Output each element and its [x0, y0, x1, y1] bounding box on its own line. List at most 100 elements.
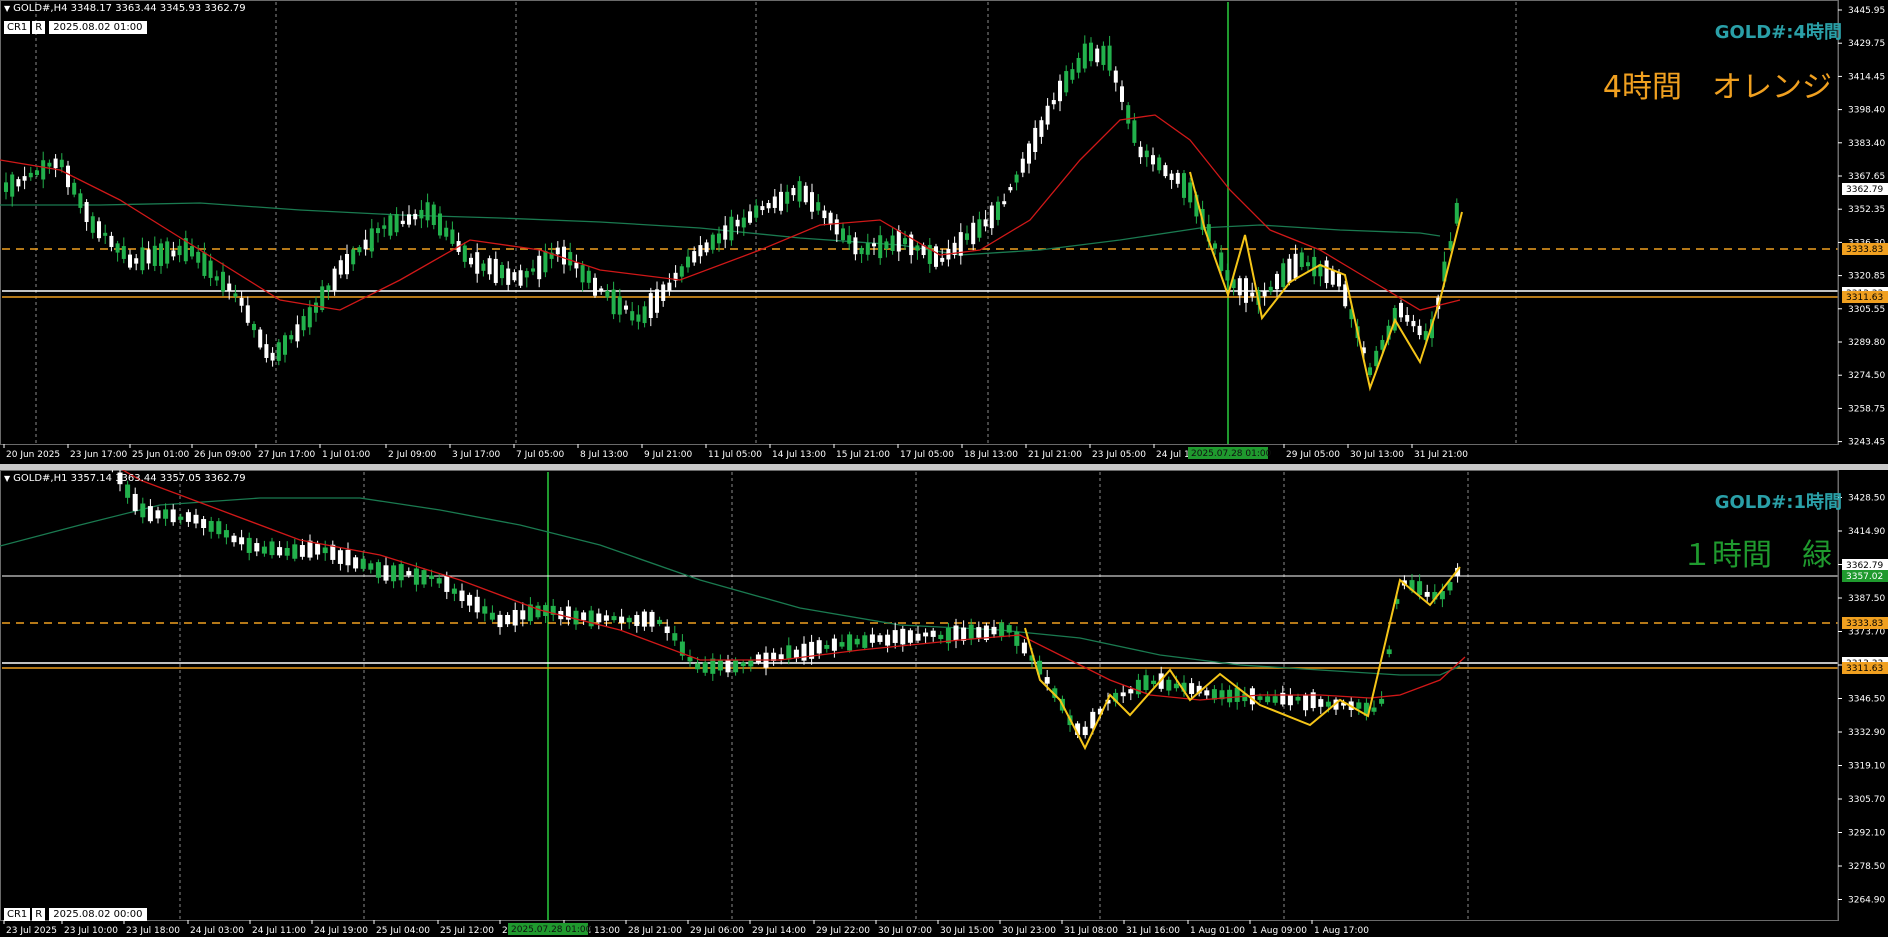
- candle-body: [493, 258, 498, 283]
- candle-body: [630, 311, 635, 321]
- candle-body: [72, 182, 77, 195]
- candle-body: [97, 221, 101, 239]
- time-tick-label: 20 Jun 2025: [6, 450, 60, 460]
- candle-body: [22, 176, 27, 181]
- candle-body: [301, 316, 306, 331]
- candle-body: [1371, 707, 1377, 712]
- price-tick-label: 3387.50: [1848, 594, 1885, 604]
- candle-body: [657, 619, 663, 624]
- cr-label[interactable]: CR1: [4, 908, 31, 921]
- candle-body: [1014, 174, 1019, 183]
- h1-chart-pane[interactable]: 3442.103428.503414.903401.303387.503373.…: [0, 470, 1888, 937]
- candle-body: [611, 616, 617, 621]
- candle-body: [269, 541, 275, 556]
- candle-body: [692, 251, 697, 263]
- time-tick-label: 17 Jul 05:00: [900, 450, 954, 460]
- candle-body: [159, 243, 163, 266]
- candle-body: [1095, 48, 1100, 63]
- candle-body: [134, 258, 139, 264]
- candle-body: [725, 659, 731, 673]
- candle-body: [444, 227, 449, 237]
- candle-body: [983, 219, 988, 227]
- candle-body: [520, 610, 526, 620]
- candle-body: [679, 266, 684, 277]
- candle-body: [1138, 146, 1143, 158]
- candle-body: [59, 159, 64, 168]
- time-tick-label: 26 Jun 09:00: [194, 450, 251, 460]
- cr-label[interactable]: CR1: [4, 21, 31, 34]
- candle-body: [1257, 696, 1263, 700]
- r-label[interactable]: R: [32, 21, 46, 34]
- candle-body: [506, 268, 511, 285]
- candle-body: [535, 605, 541, 618]
- candle-body: [971, 222, 976, 245]
- price-tag-label: 3333.83: [1846, 619, 1883, 629]
- candle-body: [729, 216, 734, 241]
- ma-slow-line: [0, 202, 1441, 256]
- candle-body: [406, 571, 412, 576]
- candle-body: [132, 493, 138, 511]
- candle-body: [619, 616, 625, 623]
- candle-body: [710, 658, 716, 674]
- candle-body: [797, 181, 802, 202]
- zigzag-line: [1024, 566, 1461, 751]
- candle-body: [593, 277, 597, 296]
- candle-body: [649, 611, 655, 627]
- candle-body: [562, 246, 566, 265]
- candle-body: [208, 520, 214, 532]
- candle-body: [996, 201, 1000, 220]
- candle-body: [976, 627, 982, 638]
- candle-body: [934, 246, 938, 267]
- candle-body: [177, 245, 182, 256]
- candle-body: [574, 262, 579, 269]
- r-label[interactable]: R: [32, 908, 46, 921]
- price-tick-label: 3264.90: [1848, 896, 1885, 906]
- candle-body: [1250, 292, 1255, 297]
- collapse-triangle-icon[interactable]: ▼: [4, 4, 10, 13]
- time-tick-label: 23 Jul 2025: [6, 926, 57, 936]
- candle-body: [214, 276, 219, 281]
- candle-body: [1287, 695, 1293, 706]
- candle-body: [1225, 270, 1230, 281]
- candle-body: [178, 516, 184, 520]
- candle-body: [332, 268, 337, 291]
- candle-body: [292, 544, 298, 559]
- candle-body: [778, 654, 784, 660]
- price-tag-label: 3333.83: [1846, 245, 1883, 255]
- candle-body: [382, 225, 387, 229]
- price-tick-label: 3429.75: [1848, 39, 1885, 49]
- candle-body: [968, 624, 974, 639]
- collapse-triangle-icon[interactable]: ▼: [4, 474, 10, 483]
- candle-body: [171, 250, 176, 257]
- h4-chart-pane[interactable]: 3445.95 3429.75 3414.45 3398.40 3383.40 3367.…: [0, 0, 1888, 464]
- candle-body: [246, 537, 252, 553]
- price-tag-label: 3311.63: [1846, 664, 1883, 674]
- candle-body: [785, 191, 790, 204]
- time-tick-label: 1 Aug 09:00: [1252, 926, 1307, 936]
- h4-info-line: ▼ GOLD#,H4 3348.17 3363.44 3345.93 3362.7…: [4, 3, 246, 14]
- candle-body: [1281, 263, 1286, 288]
- candle-body: [605, 290, 610, 298]
- candle-body: [1405, 315, 1410, 322]
- candle-body: [1051, 100, 1056, 105]
- h1-chart-canvas[interactable]: 3442.103428.503414.903401.303387.503373.…: [0, 470, 1888, 937]
- candle-body: [1411, 320, 1416, 327]
- candle-body: [147, 506, 153, 522]
- candle-body: [1213, 243, 1217, 249]
- candle-body: [717, 659, 723, 671]
- time-tick-label: 30 Jul 07:00: [878, 926, 932, 936]
- time-tick-label: 24 Jul 03:00: [190, 926, 244, 936]
- candle-body: [1293, 253, 1298, 279]
- candle-body: [261, 546, 267, 554]
- candle-body: [140, 503, 146, 518]
- candle-body: [444, 576, 450, 592]
- h4-big-label: 4時間 オレンジ: [1602, 70, 1832, 105]
- candle-body: [865, 243, 870, 255]
- candle-body: [1182, 173, 1186, 198]
- candle-body: [216, 521, 222, 535]
- marker-time-box: 2025.07.28 01:00: [1188, 447, 1272, 459]
- candle-body: [1325, 701, 1331, 707]
- candle-body: [1417, 325, 1422, 336]
- candle-body: [360, 558, 366, 569]
- time-tick-label: 29 Jul 06:00: [690, 926, 744, 936]
